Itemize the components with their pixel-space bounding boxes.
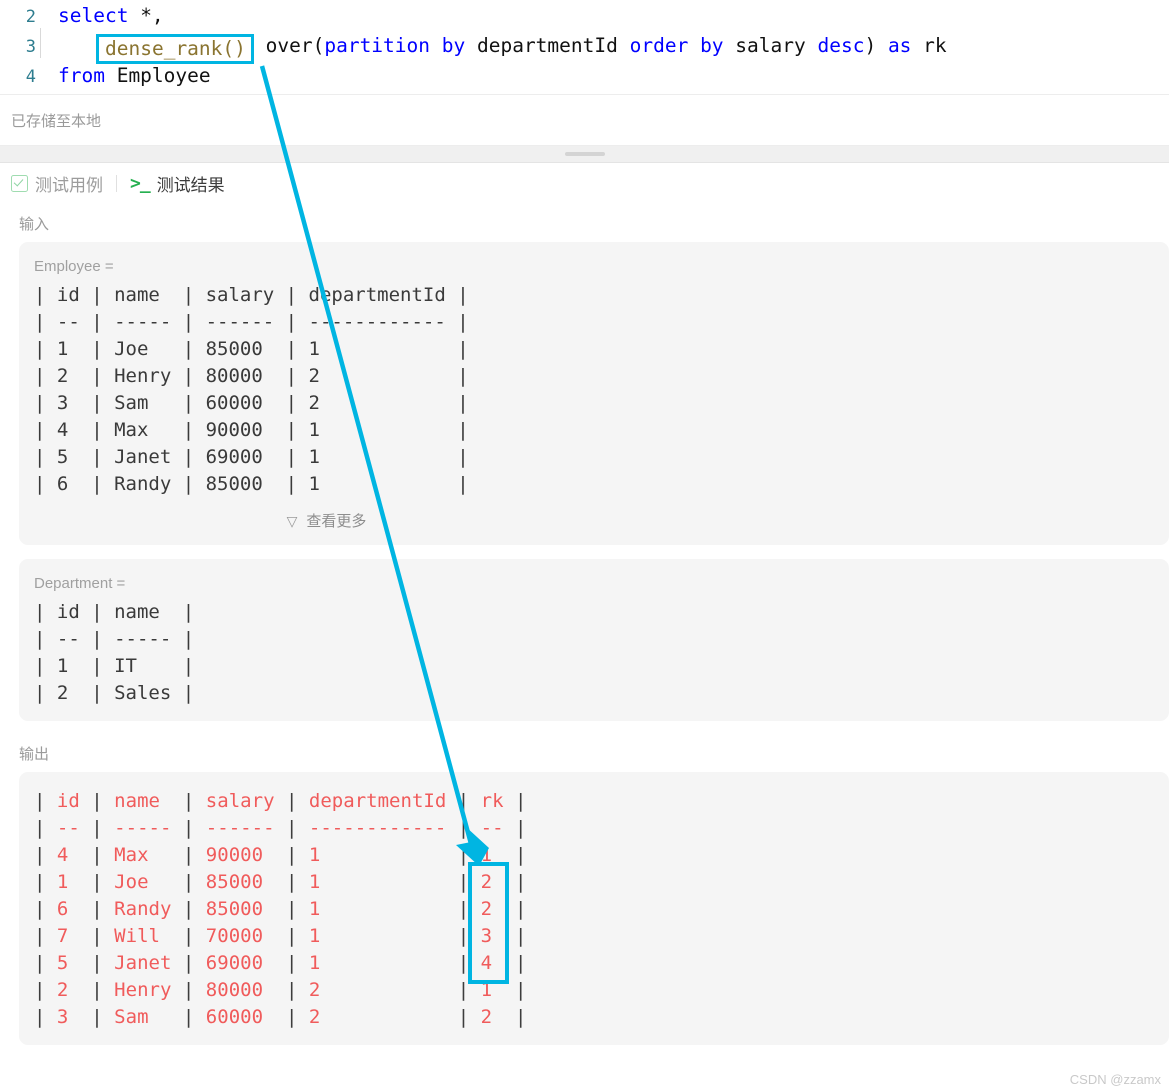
code-line-3[interactable]: 3 dense_rank() over(partition by departm… (0, 31, 1169, 64)
code-line-4[interactable]: 4 from Employee (0, 61, 1169, 91)
code-line-2[interactable]: 2 select *, (0, 1, 1169, 31)
table-title: Employee = (34, 258, 114, 275)
table-title: Department = (34, 575, 126, 592)
code-token: by (700, 34, 736, 57)
code-text[interactable]: from Employee (36, 61, 211, 91)
highlighted-function-token[interactable]: dense_rank() (96, 34, 254, 64)
input-section-label: 输入 (19, 216, 50, 233)
test-panel-tabs: 测试用例 >_ 测试结果 (0, 163, 1169, 203)
input-card-employee: Employee = | id | name | salary | depart… (19, 242, 1169, 545)
department-table: | id | name | | -- | ----- | | 1 | IT | … (34, 601, 195, 704)
code-token: from (58, 64, 117, 87)
panel-splitter[interactable] (0, 146, 1169, 163)
chevron-double-down-icon: ▽ (286, 512, 298, 529)
terminal-icon: >_ (130, 172, 151, 194)
code-token: departmentId (476, 34, 630, 57)
tab-divider (116, 174, 117, 192)
code-token: order (629, 34, 701, 57)
code-token: salary (735, 34, 818, 57)
line-number: 4 (25, 67, 36, 87)
tab-test-cases[interactable]: 测试用例 (11, 171, 103, 196)
line-number: 2 (25, 7, 36, 27)
code-text[interactable]: select *, (36, 1, 164, 31)
line-number: 3 (25, 37, 36, 57)
splitter-grip[interactable] (564, 152, 605, 156)
code-token: rk (923, 34, 947, 57)
code-token: over( (253, 34, 325, 57)
output-section-label: 输出 (19, 746, 50, 763)
tab-test-results[interactable]: >_ 测试结果 (130, 171, 225, 196)
save-status-text: 已存储至本地 (11, 112, 102, 130)
watermark: CSDN @zzamx (1069, 1072, 1161, 1087)
checkbox-icon (11, 174, 28, 192)
view-more-button[interactable]: ▽ 查看更多 (34, 510, 619, 531)
tab-label: 测试用例 (35, 175, 103, 195)
code-token: partition (324, 34, 442, 57)
code-token: *, (140, 4, 164, 27)
employee-table: | id | name | salary | departmentId | | … (34, 284, 469, 495)
code-token: ) (864, 34, 888, 57)
code-token: desc (817, 34, 865, 57)
tab-label: 测试结果 (156, 175, 225, 195)
code-text[interactable]: dense_rank() over(partition by departmen… (36, 31, 947, 64)
code-token: as (887, 34, 924, 57)
output-card: | id | name | salary | departmentId | rk… (19, 772, 1169, 1045)
test-panel: 测试用例 >_ 测试结果 输入 Employee = | id | name |… (0, 163, 1169, 1045)
code-token: select (58, 4, 141, 27)
input-card-department: Department = | id | name | | -- | ----- … (19, 559, 1169, 721)
output-table: | id | name | salary | departmentId | rk… (34, 790, 527, 1028)
view-more-label: 查看更多 (306, 513, 367, 530)
code-editor[interactable]: 2 select *, 3 dense_rank() over(partitio… (0, 0, 1169, 94)
code-token: by (441, 34, 477, 57)
save-status-bar: 已存储至本地 (0, 94, 1169, 146)
code-token: Employee (116, 64, 211, 87)
